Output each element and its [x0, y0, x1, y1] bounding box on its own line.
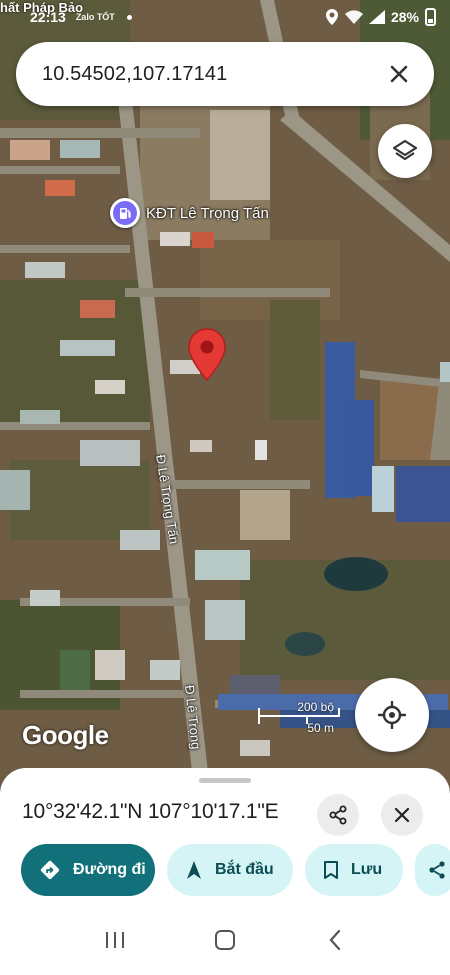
save-label: Lưu	[351, 861, 383, 878]
share-button[interactable]	[317, 794, 359, 836]
bookmark-icon	[323, 860, 339, 880]
notification-dot-icon	[126, 14, 132, 20]
back-button[interactable]	[305, 920, 365, 960]
share-icon	[329, 805, 347, 825]
battery-percentage: 28%	[390, 9, 419, 25]
directions-button[interactable]: Đường đi	[21, 844, 155, 896]
status-time: 22:13	[30, 9, 66, 25]
system-nav-bar	[0, 905, 450, 975]
start-label: Bắt đầu	[215, 861, 274, 878]
drag-handle[interactable]	[199, 778, 251, 783]
share-chip-button[interactable]	[415, 844, 450, 896]
battery-icon	[425, 8, 436, 26]
recent-apps-button[interactable]	[85, 920, 145, 960]
close-icon	[394, 807, 410, 823]
gas-station-icon	[110, 198, 140, 228]
poi-label: KĐT Lê Trọng Tấn	[146, 204, 269, 222]
my-location-button[interactable]	[355, 678, 429, 752]
save-button[interactable]: Lưu	[305, 844, 403, 896]
dropped-pin-icon[interactable]	[188, 328, 226, 382]
layers-button[interactable]	[378, 124, 432, 178]
location-icon	[325, 9, 338, 25]
poi-marker[interactable]: KĐT Lê Trọng Tấn	[110, 198, 269, 228]
home-button[interactable]	[195, 920, 255, 960]
search-query[interactable]: 10.54502,107.17141	[42, 63, 384, 86]
map-view[interactable]: hất Pháp Bảo 22:13 Zalo TỐT 28% 10.54502…	[0, 0, 450, 790]
wifi-icon	[344, 10, 363, 24]
google-logo: Google	[22, 720, 109, 750]
crosshair-icon	[378, 701, 406, 729]
directions-label: Đường đi	[73, 861, 146, 878]
share-icon	[427, 860, 447, 880]
action-chips: Đường đi Bắt đầu Lưu	[21, 844, 450, 896]
status-app-icons: Zalo TỐT	[75, 12, 115, 22]
coordinates-title: 10°32'42.1"N 107°10'17.1"E	[22, 800, 279, 823]
home-icon	[215, 930, 235, 950]
directions-icon	[39, 859, 61, 881]
close-sheet-button[interactable]	[381, 794, 423, 836]
satellite-imagery	[0, 0, 450, 790]
close-icon[interactable]	[384, 59, 414, 89]
layers-icon	[392, 139, 418, 161]
status-bar: 22:13 Zalo TỐT 28%	[0, 0, 450, 34]
search-bar[interactable]: 10.54502,107.17141	[16, 42, 434, 106]
scale-imperial: 200 bộ	[297, 700, 334, 714]
back-chevron-icon	[329, 929, 341, 951]
recents-icon	[106, 932, 124, 948]
scale-metric: 50 m	[307, 721, 334, 735]
navigation-arrow-icon	[185, 860, 203, 880]
start-button[interactable]: Bắt đầu	[167, 844, 293, 896]
signal-icon	[368, 10, 385, 24]
map-scale: 200 bộ 50 m	[258, 700, 340, 738]
